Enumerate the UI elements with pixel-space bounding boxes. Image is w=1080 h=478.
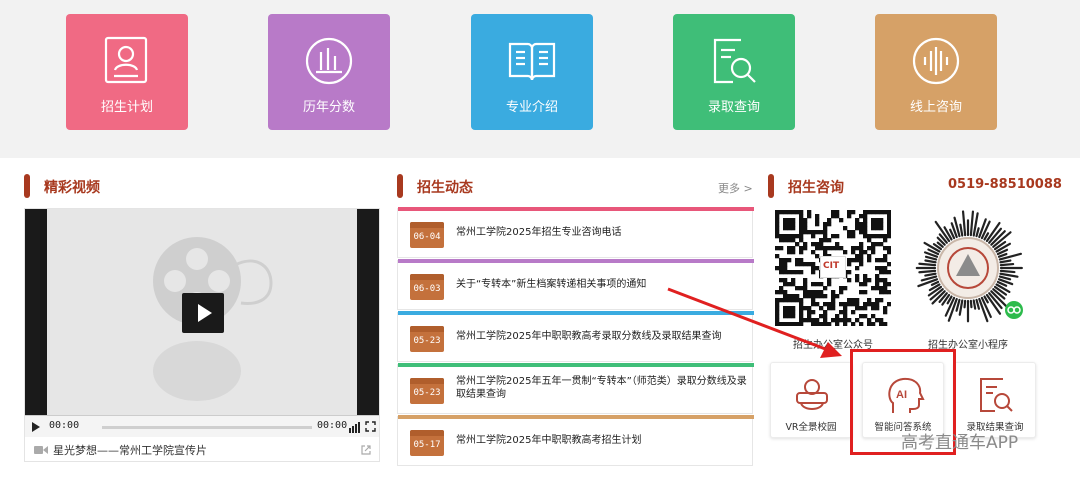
watermark-text: 高考直通车APP bbox=[901, 433, 1019, 453]
